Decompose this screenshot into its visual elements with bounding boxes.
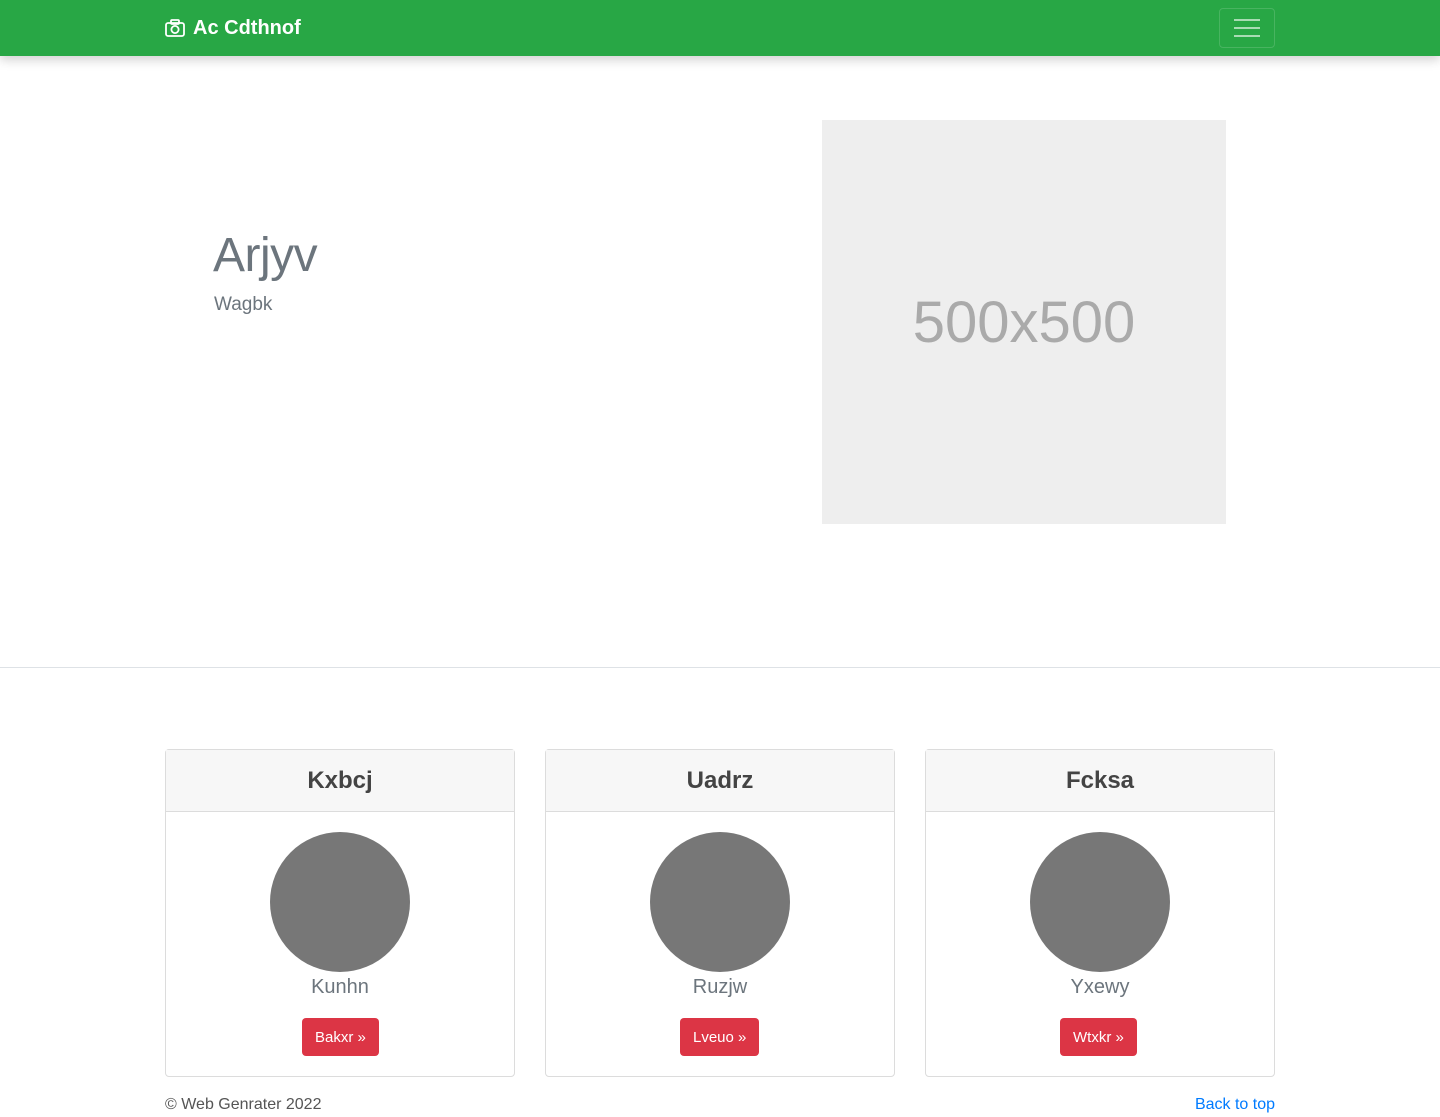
card-header: Kxbcj: [166, 750, 514, 812]
hero-image-placeholder: 500x500: [822, 120, 1226, 524]
card-1: Kxbcj Kunhn Bakxr »: [165, 749, 515, 1077]
footer-copyright: © Web Genrater 2022: [165, 1096, 322, 1113]
card-button-1[interactable]: Bakxr »: [302, 1018, 379, 1056]
card-button-2[interactable]: Lveuo »: [680, 1018, 760, 1056]
card-header: Uadrz: [546, 750, 894, 812]
card-button-3[interactable]: Wtxkr »: [1060, 1018, 1137, 1056]
hamburger-icon: [1234, 19, 1260, 37]
avatar: [650, 832, 790, 972]
brand-label: Ac Cdthnof: [193, 16, 301, 39]
card-2: Uadrz Ruzjw Lveuo »: [545, 749, 895, 1077]
hero-subtitle: Wagbk: [214, 294, 273, 315]
back-to-top-link[interactable]: Back to top: [1195, 1096, 1275, 1114]
navbar-toggler-button[interactable]: [1219, 8, 1275, 48]
card-3: Fcksa Yxewy Wtxkr »: [925, 749, 1275, 1077]
card-name: Kunhn: [311, 976, 369, 998]
avatar: [270, 832, 410, 972]
navbar: Ac Cdthnof: [0, 0, 1440, 56]
card-name: Yxewy: [1070, 976, 1130, 998]
card-header: Fcksa: [926, 750, 1274, 812]
camera-icon: [165, 19, 185, 37]
card-name: Ruzjw: [692, 976, 748, 998]
placeholder-label: 500x500: [912, 289, 1136, 355]
avatar: [1030, 832, 1170, 972]
hero-title: Arjyv: [213, 229, 318, 282]
navbar-brand[interactable]: Ac Cdthnof: [165, 14, 301, 42]
